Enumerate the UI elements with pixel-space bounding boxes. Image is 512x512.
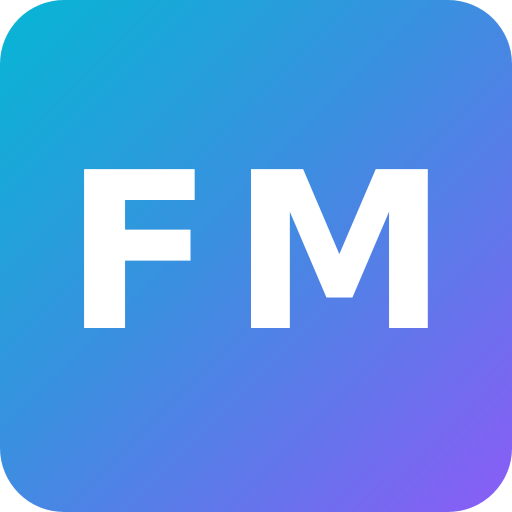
app-icon-monogram: FM	[64, 127, 466, 380]
app-icon: FM	[0, 0, 512, 512]
